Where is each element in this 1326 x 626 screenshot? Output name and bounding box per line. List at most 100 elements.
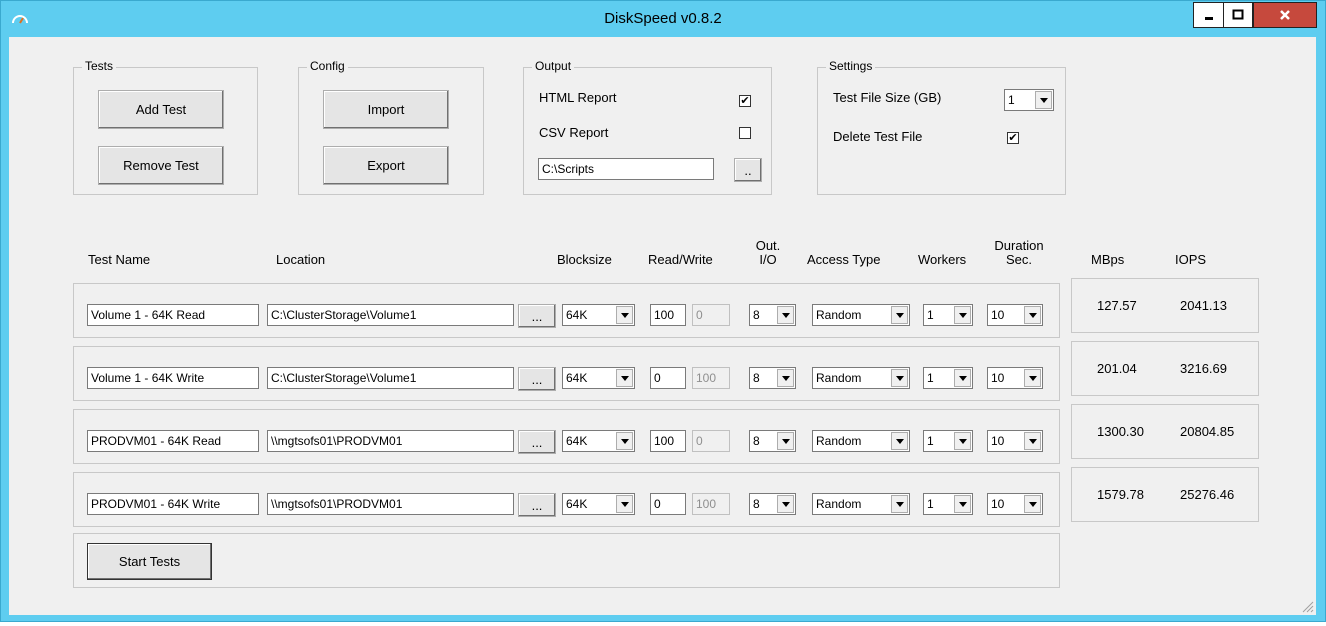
col-access-type: Access Type xyxy=(807,252,881,267)
start-tests-button[interactable]: Start Tests xyxy=(87,543,212,580)
location-browse-button[interactable]: ... xyxy=(518,367,556,391)
write-percent-input: 0 xyxy=(692,304,730,326)
workers-select-value: 1 xyxy=(927,497,934,511)
output-path-input[interactable]: C:\Scripts xyxy=(538,158,714,180)
tests-group-label: Tests xyxy=(82,59,117,73)
col-test-name: Test Name xyxy=(88,252,151,267)
workers-select[interactable]: 1 xyxy=(923,493,973,515)
maximize-button[interactable] xyxy=(1223,2,1253,28)
iops-value: 3216.69 xyxy=(1180,361,1227,376)
chevron-down-icon xyxy=(616,432,633,450)
test-row: PRODVM01 - 64K Read \\mgtsofs01\PRODVM01.… xyxy=(73,409,1060,464)
chevron-down-icon xyxy=(777,495,794,513)
access-type-select[interactable]: Random xyxy=(812,493,910,515)
output-browse-button[interactable]: .. xyxy=(734,158,762,182)
test-name-input[interactable]: Volume 1 - 64K Read xyxy=(87,304,259,326)
test-file-size-select[interactable]: 1 xyxy=(1004,89,1054,111)
blocksize-select[interactable]: 64K xyxy=(562,367,635,389)
outstanding-io-select[interactable]: 8 xyxy=(749,367,796,389)
export-button[interactable]: Export xyxy=(323,146,449,185)
read-percent-input[interactable]: 100 xyxy=(650,430,686,452)
workers-select[interactable]: 1 xyxy=(923,367,973,389)
start-panel: Start Tests xyxy=(73,533,1060,588)
test-row: PRODVM01 - 64K Write \\mgtsofs01\PRODVM01… xyxy=(73,472,1060,527)
mbps-value: 1579.78 xyxy=(1097,487,1144,502)
title-bar[interactable]: DiskSpeed v0.8.2 xyxy=(1,1,1325,37)
chevron-down-icon xyxy=(777,306,794,324)
chevron-down-icon xyxy=(616,495,633,513)
duration-select[interactable]: 10 xyxy=(987,304,1043,326)
settings-group: Settings Test File Size (GB) 1 Delete Te… xyxy=(817,59,1066,195)
close-button[interactable] xyxy=(1253,2,1317,28)
location-browse-button[interactable]: ... xyxy=(518,430,556,454)
mbps-value: 127.57 xyxy=(1097,298,1137,313)
location-browse-button[interactable]: ... xyxy=(518,493,556,517)
result-box: 127.57 2041.13 xyxy=(1071,278,1259,333)
duration-select-value: 10 xyxy=(991,434,1005,448)
config-group: Config Import Export xyxy=(298,59,484,195)
location-input[interactable]: C:\ClusterStorage\Volume1 xyxy=(267,304,514,326)
location-input[interactable]: C:\ClusterStorage\Volume1 xyxy=(267,367,514,389)
chevron-down-icon xyxy=(891,432,908,450)
resize-grip-icon[interactable] xyxy=(1300,599,1314,613)
blocksize-select-value: 64K xyxy=(566,308,588,322)
duration-select[interactable]: 10 xyxy=(987,367,1043,389)
duration-select-value: 10 xyxy=(991,371,1005,385)
location-input[interactable]: \\mgtsofs01\PRODVM01 xyxy=(267,493,514,515)
access-type-select[interactable]: Random xyxy=(812,304,910,326)
test-name-input[interactable]: PRODVM01 - 64K Read xyxy=(87,430,259,452)
access-type-select[interactable]: Random xyxy=(812,430,910,452)
chevron-down-icon xyxy=(1024,432,1041,450)
chevron-down-icon xyxy=(777,369,794,387)
window-title: DiskSpeed v0.8.2 xyxy=(604,10,722,27)
result-box: 201.04 3216.69 xyxy=(1071,341,1259,396)
chevron-down-icon xyxy=(954,432,971,450)
minimize-icon xyxy=(1204,17,1213,20)
test-name-input[interactable]: PRODVM01 - 64K Write xyxy=(87,493,259,515)
workers-select[interactable]: 1 xyxy=(923,304,973,326)
blocksize-select-value: 64K xyxy=(566,434,588,448)
test-row: Volume 1 - 64K Write C:\ClusterStorage\Vo… xyxy=(73,346,1060,401)
workers-select[interactable]: 1 xyxy=(923,430,973,452)
outstanding-io-select[interactable]: 8 xyxy=(749,430,796,452)
read-percent-input[interactable]: 0 xyxy=(650,367,686,389)
maximize-icon xyxy=(1232,9,1244,20)
iops-value: 2041.13 xyxy=(1180,298,1227,313)
delete-test-file-checkbox[interactable]: ✔ xyxy=(1007,132,1019,144)
col-location: Location xyxy=(276,252,326,267)
remove-test-button[interactable]: Remove Test xyxy=(98,146,224,185)
col-mbps: MBps xyxy=(1091,252,1125,267)
blocksize-select[interactable]: 64K xyxy=(562,430,635,452)
blocksize-select[interactable]: 64K xyxy=(562,304,635,326)
test-file-size-label: Test File Size (GB) xyxy=(833,90,942,105)
read-percent-input[interactable]: 0 xyxy=(650,493,686,515)
minimize-button[interactable] xyxy=(1193,2,1224,28)
outstanding-io-select[interactable]: 8 xyxy=(749,304,796,326)
access-type-select-value: Random xyxy=(816,434,862,448)
chevron-down-icon xyxy=(891,495,908,513)
col-out-io: Out. I/O xyxy=(755,238,781,267)
blocksize-select[interactable]: 64K xyxy=(562,493,635,515)
location-browse-button[interactable]: ... xyxy=(518,304,556,328)
mbps-value: 201.04 xyxy=(1097,361,1137,376)
write-percent-input: 0 xyxy=(692,430,730,452)
outstanding-io-select[interactable]: 8 xyxy=(749,493,796,515)
csv-report-checkbox[interactable] xyxy=(739,127,751,139)
html-report-checkbox[interactable]: ✔ xyxy=(739,95,751,107)
duration-select[interactable]: 10 xyxy=(987,430,1043,452)
tests-group: Tests Add Test Remove Test xyxy=(73,59,258,195)
output-group: Output HTML Report ✔ CSV Report C:\Scrip… xyxy=(523,59,772,195)
add-test-button[interactable]: Add Test xyxy=(98,90,224,129)
access-type-select[interactable]: Random xyxy=(812,367,910,389)
col-duration: Duration Sec. xyxy=(994,238,1044,267)
blocksize-select-value: 64K xyxy=(566,497,588,511)
duration-select[interactable]: 10 xyxy=(987,493,1043,515)
output-group-label: Output xyxy=(532,59,575,73)
iops-value: 20804.85 xyxy=(1180,424,1235,439)
access-type-select-value: Random xyxy=(816,371,862,385)
write-percent-input: 100 xyxy=(692,367,730,389)
location-input[interactable]: \\mgtsofs01\PRODVM01 xyxy=(267,430,514,452)
import-button[interactable]: Import xyxy=(323,90,449,129)
read-percent-input[interactable]: 100 xyxy=(650,304,686,326)
test-name-input[interactable]: Volume 1 - 64K Write xyxy=(87,367,259,389)
